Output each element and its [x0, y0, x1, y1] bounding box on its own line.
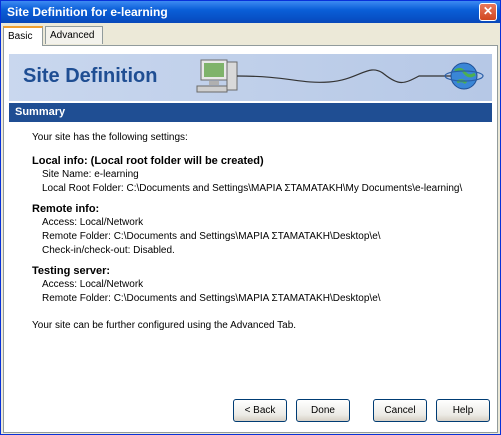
title-bar[interactable]: Site Definition for e-learning ✕ — [1, 1, 500, 23]
globe-icon — [444, 62, 484, 90]
remote-checkin: Check-in/check-out: Disabled. — [42, 245, 175, 256]
local-root-folder: Local Root Folder: C:\Documents and Sett… — [42, 183, 463, 194]
computer-icon — [196, 59, 238, 93]
banner-illustration — [196, 59, 484, 93]
remote-info-heading: Remote info: — [32, 203, 100, 215]
remote-folder: Remote Folder: C:\Documents and Settings… — [42, 231, 381, 242]
tab-basic[interactable]: Basic — [3, 26, 43, 46]
site-definition-dialog: Site Definition for e-learning ✕ Basic A… — [0, 0, 501, 435]
network-cable-icon — [236, 69, 454, 84]
tab-advanced[interactable]: Advanced — [45, 26, 103, 44]
cancel-button[interactable]: Cancel — [373, 399, 427, 422]
remote-access: Access: Local/Network — [42, 217, 144, 228]
site-definition-banner: Site Definition — [9, 54, 492, 101]
back-button[interactable]: < Back — [233, 399, 287, 422]
done-button[interactable]: Done — [296, 399, 350, 422]
window-title: Site Definition for e-learning — [7, 5, 168, 19]
summary-intro: Your site has the following settings: — [32, 132, 188, 143]
testing-server-heading: Testing server: — [32, 265, 111, 277]
summary-header: Summary — [9, 103, 492, 122]
summary-footer: Your site can be further configured usin… — [32, 320, 297, 331]
local-info-heading: Local info: (Local root folder will be c… — [32, 155, 264, 167]
help-button[interactable]: Help — [436, 399, 490, 422]
tab-panel: Site Definition Summary Your site has th… — [3, 45, 498, 433]
local-site-name: Site Name: e-learning — [42, 169, 139, 180]
testing-access: Access: Local/Network — [42, 279, 144, 290]
close-icon[interactable]: ✕ — [479, 3, 497, 21]
banner-title: Site Definition — [23, 65, 158, 87]
dialog-buttons: < Back Done Cancel Help — [1, 399, 500, 427]
testing-folder: Remote Folder: C:\Documents and Settings… — [42, 293, 381, 304]
